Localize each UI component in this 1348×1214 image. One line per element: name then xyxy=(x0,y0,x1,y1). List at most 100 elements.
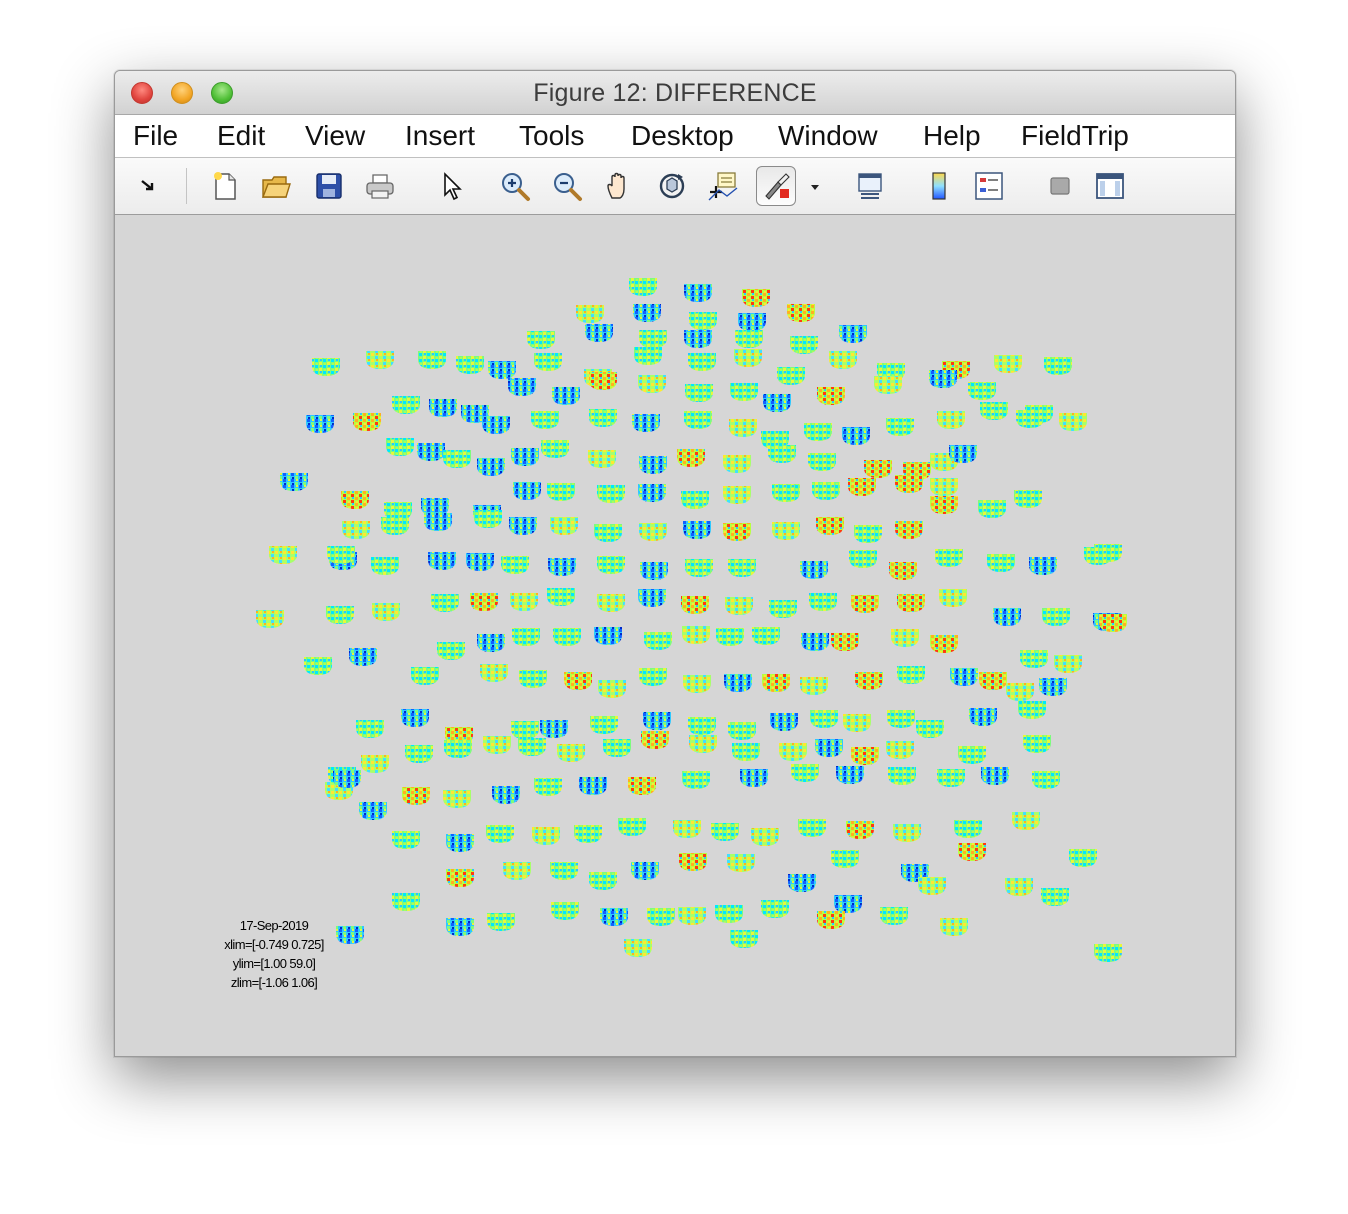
channel-plot[interactable] xyxy=(734,349,762,367)
channel-plot[interactable] xyxy=(930,635,958,653)
channel-plot[interactable] xyxy=(728,722,756,740)
channel-plot[interactable] xyxy=(280,473,308,491)
menu-view[interactable]: View xyxy=(305,120,365,152)
menu-edit[interactable]: Edit xyxy=(217,120,265,152)
menu-file[interactable]: File xyxy=(133,120,178,152)
channel-plot[interactable] xyxy=(880,907,908,925)
channel-plot[interactable] xyxy=(937,769,965,787)
channel-plot[interactable] xyxy=(724,674,752,692)
channel-plot[interactable] xyxy=(839,325,867,343)
channel-plot[interactable] xyxy=(715,905,743,923)
channel-plot[interactable] xyxy=(916,720,944,738)
channel-plot[interactable] xyxy=(958,843,986,861)
channel-plot[interactable] xyxy=(474,510,502,528)
channel-plot[interactable] xyxy=(940,918,968,936)
channel-plot[interactable] xyxy=(891,629,919,647)
channel-plot[interactable] xyxy=(349,648,377,666)
channel-plot[interactable] xyxy=(333,770,361,788)
channel-plot[interactable] xyxy=(886,741,914,759)
channel-plot[interactable] xyxy=(994,355,1022,373)
channel-plot[interactable] xyxy=(361,755,389,773)
channel-plot[interactable] xyxy=(979,672,1007,690)
channel-plot[interactable] xyxy=(598,680,626,698)
channel-plot[interactable] xyxy=(684,330,712,348)
channel-plot[interactable] xyxy=(480,664,508,682)
channel-plot[interactable] xyxy=(711,823,739,841)
channel-plot[interactable] xyxy=(678,907,706,925)
channel-plot[interactable] xyxy=(640,562,668,580)
channel-plot[interactable] xyxy=(534,353,562,371)
channel-plot[interactable] xyxy=(353,413,381,431)
channel-plot[interactable] xyxy=(585,324,613,342)
channel-plot[interactable] xyxy=(532,827,560,845)
channel-plot[interactable] xyxy=(958,746,986,764)
zoom-out-icon[interactable] xyxy=(551,170,583,202)
channel-plot[interactable] xyxy=(980,402,1008,420)
channel-plot[interactable] xyxy=(518,738,546,756)
channel-plot[interactable] xyxy=(639,523,667,541)
channel-plot[interactable] xyxy=(624,939,652,957)
channel-plot[interactable] xyxy=(512,628,540,646)
channel-plot[interactable] xyxy=(486,825,514,843)
channel-plot[interactable] xyxy=(889,562,917,580)
channel-plot[interactable] xyxy=(431,594,459,612)
channel-plot[interactable] xyxy=(810,710,838,728)
channel-plot[interactable] xyxy=(798,819,826,837)
channel-plot[interactable] xyxy=(981,767,1009,785)
channel-plot[interactable] xyxy=(801,633,829,651)
channel-plot[interactable] xyxy=(550,517,578,535)
channel-plot[interactable] xyxy=(854,525,882,543)
channel-plot[interactable] xyxy=(673,820,701,838)
channel-plot[interactable] xyxy=(725,597,753,615)
channel-plot[interactable] xyxy=(402,787,430,805)
channel-plot[interactable] xyxy=(834,895,862,913)
channel-plot[interactable] xyxy=(509,517,537,535)
channel-plot[interactable] xyxy=(501,556,529,574)
channel-plot[interactable] xyxy=(987,554,1015,572)
channel-plot[interactable] xyxy=(738,313,766,331)
channel-plot[interactable] xyxy=(477,634,505,652)
channel-plot[interactable] xyxy=(831,633,859,651)
channel-plot[interactable] xyxy=(371,557,399,575)
channel-plot[interactable] xyxy=(643,712,671,730)
channel-plot[interactable] xyxy=(935,549,963,567)
channel-plot[interactable] xyxy=(937,411,965,429)
channel-plot[interactable] xyxy=(564,672,592,690)
channel-plot[interactable] xyxy=(631,862,659,880)
channel-plot[interactable] xyxy=(978,500,1006,518)
channel-plot[interactable] xyxy=(751,828,779,846)
channel-plot[interactable] xyxy=(1012,812,1040,830)
channel-plot[interactable] xyxy=(589,409,617,427)
channel-plot[interactable] xyxy=(1054,655,1082,673)
channel-plot[interactable] xyxy=(851,747,879,765)
channel-plot[interactable] xyxy=(939,589,967,607)
channel-plot[interactable] xyxy=(647,908,675,926)
channel-plot[interactable] xyxy=(864,460,892,478)
channel-plot[interactable] xyxy=(341,491,369,509)
channel-plot[interactable] xyxy=(392,396,420,414)
channel-plot[interactable] xyxy=(918,877,946,895)
channel-plot[interactable] xyxy=(443,450,471,468)
channel-plot[interactable] xyxy=(788,874,816,892)
channel-plot[interactable] xyxy=(487,913,515,931)
channel-plot[interactable] xyxy=(716,628,744,646)
channel-plot[interactable] xyxy=(777,367,805,385)
channel-plot[interactable] xyxy=(729,419,757,437)
channel-plot[interactable] xyxy=(886,418,914,436)
channel-plot[interactable] xyxy=(437,642,465,660)
channel-plot[interactable] xyxy=(723,486,751,504)
channel-plot[interactable] xyxy=(534,778,562,796)
channel-plot[interactable] xyxy=(557,744,585,762)
save-icon[interactable] xyxy=(313,170,345,202)
channel-plot[interactable] xyxy=(689,735,717,753)
channel-plot[interactable] xyxy=(381,517,409,535)
channel-plot[interactable] xyxy=(930,478,958,496)
channel-plot[interactable] xyxy=(730,930,758,948)
channel-plot[interactable] xyxy=(597,485,625,503)
channel-plot[interactable] xyxy=(589,872,617,890)
brush-dropdown-icon[interactable] xyxy=(807,170,823,202)
channel-plot[interactable] xyxy=(1039,678,1067,696)
channel-plot[interactable] xyxy=(597,556,625,574)
hide-plot-tools-icon[interactable] xyxy=(1044,170,1076,202)
channel-plot[interactable] xyxy=(418,351,446,369)
